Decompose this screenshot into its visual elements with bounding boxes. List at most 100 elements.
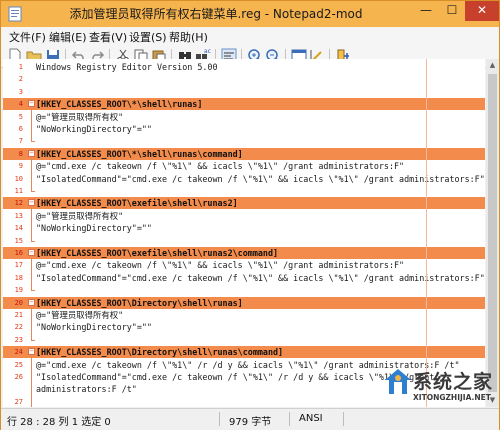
line-number: 18	[14, 273, 23, 282]
title-bar[interactable]: 添加管理员取得所有权右键菜单.reg - Notepad2-mod — ☐ ✕	[1, 1, 499, 27]
cursor-position: 行 28 : 28 列 1 选定 0	[7, 417, 111, 428]
code-line[interactable]: 17 @="cmd.exe /c takeown /f \"%1\" && ica…	[3, 259, 485, 271]
fold-guide	[31, 356, 32, 407]
line-text: [HKEY_CLASSES_ROOT\exefile\shell\runas2]	[36, 198, 238, 209]
fold-toggle-icon[interactable]: −	[28, 100, 35, 108]
fold-guide	[31, 306, 32, 340]
code-line[interactable]: 2	[3, 73, 485, 85]
fold-toggle-icon[interactable]: −	[28, 348, 35, 356]
code-line[interactable]: 5 @="管理员取得所有权"	[3, 111, 485, 123]
code-line[interactable]: 15	[3, 235, 485, 247]
maximize-button[interactable]: ☐	[439, 1, 465, 21]
menu-help[interactable]: 帮助(H)	[169, 29, 208, 45]
fold-guide	[31, 157, 32, 191]
code-line[interactable]: 3	[3, 86, 485, 98]
section-header-line[interactable]: 16 [HKEY_CLASSES_ROOT\exefile\shell\runas…	[3, 247, 485, 259]
code-line[interactable]: 13 @="管理员取得所有权"	[3, 210, 485, 222]
vertical-scrollbar[interactable]: ▲ ▼	[486, 59, 499, 407]
minimize-button[interactable]: —	[413, 1, 439, 21]
code-line[interactable]: 6 "NoWorkingDirectory"=""	[3, 123, 485, 135]
line-number: 25	[14, 360, 23, 369]
close-button[interactable]: ✕	[465, 1, 499, 21]
code-line[interactable]: 9 @="cmd.exe /c takeown /f \"%1\" && icac…	[3, 160, 485, 172]
line-number: 27	[14, 397, 23, 406]
status-separator	[219, 412, 220, 426]
fold-guide	[31, 108, 32, 142]
line-text: @="管理员取得所有权"	[36, 310, 124, 320]
section-header-line[interactable]: 4 [HKEY_CLASSES_ROOT\*\shell\runas] −	[3, 98, 485, 111]
fold-guide-end	[31, 240, 35, 242]
menu-settings[interactable]: 设置(S)	[129, 29, 167, 45]
fold-guide-end	[31, 141, 35, 143]
line-number: 10	[14, 174, 23, 183]
scroll-thumb[interactable]	[488, 74, 497, 392]
long-line-marker	[426, 59, 427, 407]
line-text: "NoWorkingDirectory"=""	[36, 223, 152, 234]
line-number: 2	[18, 75, 23, 84]
section-header-line[interactable]: 8 [HKEY_CLASSES_ROOT\*\shell\runas\comman…	[3, 147, 485, 160]
line-text: @="cmd.exe /c takeown /f \"%1\" && icacl…	[36, 161, 405, 172]
line-text: "IsolatedCommand"="cmd.exe /c takeown /f…	[36, 372, 435, 382]
window-title: 添加管理员取得所有权右键菜单.reg - Notepad2-mod	[69, 7, 363, 21]
line-number: 17	[14, 261, 23, 270]
code-line[interactable]: 23	[3, 334, 485, 346]
menu-view[interactable]: 查看(V)	[89, 29, 127, 45]
app-window: 添加管理员取得所有权右键菜单.reg - Notepad2-mod — ☐ ✕ …	[0, 0, 500, 430]
line-number: 26	[14, 373, 23, 381]
line-number: 23	[14, 335, 23, 344]
text-editor[interactable]: 1 Windows Registry Editor Version 5.00 2 3 4…	[3, 59, 485, 407]
line-text: @="管理员取得所有权"	[36, 111, 124, 122]
code-line[interactable]: 10 "IsolatedCommand"="cmd.exe /c takeown …	[3, 173, 485, 185]
line-number: 3	[18, 87, 23, 96]
line-text: Windows Registry Editor Version 5.00	[36, 62, 218, 72]
code-line[interactable]: 22 "NoWorkingDirectory"=""	[3, 321, 485, 333]
code-line[interactable]: 11	[3, 185, 485, 197]
line-number: 12	[14, 199, 23, 208]
line-number: 9	[18, 162, 23, 171]
line-text: "IsolatedCommand"="cmd.exe /c takeown /f…	[36, 272, 485, 283]
line-text: administrators:F /t"	[36, 384, 137, 395]
code-line[interactable]: 18 "IsolatedCommand"="cmd.exe /c takeown …	[3, 272, 485, 284]
fold-toggle-icon[interactable]: −	[28, 199, 35, 207]
line-text: [HKEY_CLASSES_ROOT\*\shell\runas]	[36, 99, 203, 110]
status-separator	[289, 412, 290, 426]
line-number: 5	[18, 112, 23, 121]
line-number: 13	[14, 211, 23, 220]
code-line[interactable]: 19	[3, 284, 485, 296]
line-number: 16	[14, 249, 23, 257]
fold-toggle-icon[interactable]: −	[28, 249, 35, 256]
watermark-name: 系统之家	[413, 371, 494, 393]
watermark-url: XITONGZHIJIA.NET	[413, 393, 491, 402]
scroll-up-arrow-icon[interactable]: ▲	[486, 59, 499, 72]
menu-edit[interactable]: 编辑(E)	[49, 29, 87, 45]
code-line[interactable]: 7	[3, 135, 485, 147]
line-text: "NoWorkingDirectory"=""	[36, 124, 152, 134]
line-text: [HKEY_CLASSES_ROOT\*\shell\runas\command…	[36, 148, 243, 159]
code-line[interactable]: 1 Windows Registry Editor Version 5.00	[3, 61, 485, 73]
section-header-line[interactable]: 20 [HKEY_CLASSES_ROOT\Directory\shell\run…	[3, 296, 485, 309]
line-text: [HKEY_CLASSES_ROOT\Directory\shell\runas…	[36, 347, 284, 358]
line-text: [HKEY_CLASSES_ROOT\Directory\shell\runas…	[36, 297, 243, 308]
code-line[interactable]: 21 @="管理员取得所有权"	[3, 309, 485, 321]
line-text: "NoWorkingDirectory"=""	[36, 322, 152, 333]
fold-toggle-icon[interactable]: −	[28, 149, 35, 157]
line-number: 14	[14, 224, 23, 233]
line-number: 11	[14, 187, 23, 195]
fold-guide-end	[31, 290, 35, 292]
menu-file[interactable]: 文件(F)	[9, 29, 46, 45]
fold-toggle-icon[interactable]: −	[28, 298, 35, 306]
section-header-line[interactable]: 12 [HKEY_CLASSES_ROOT\exefile\shell\runas…	[3, 197, 485, 210]
code-line[interactable]: 14 "NoWorkingDirectory"=""	[3, 222, 485, 234]
line-number: 1	[18, 63, 23, 71]
fold-guide-end	[31, 191, 35, 192]
file-size: 979 字节	[229, 417, 272, 428]
encoding[interactable]: ANSI	[299, 413, 323, 424]
menu-bar: 文件(F) 编辑(E) 查看(V) 设置(S) 帮助(H)	[1, 27, 499, 45]
line-number: 4	[18, 100, 23, 109]
line-number: 8	[18, 149, 23, 158]
house-logo-icon	[385, 369, 411, 394]
line-text: @="管理员取得所有权"	[36, 210, 124, 221]
section-header-line[interactable]: 24 [HKEY_CLASSES_ROOT\Directory\shell\run…	[3, 346, 485, 359]
fold-guide	[31, 257, 32, 291]
status-separator	[343, 412, 344, 426]
